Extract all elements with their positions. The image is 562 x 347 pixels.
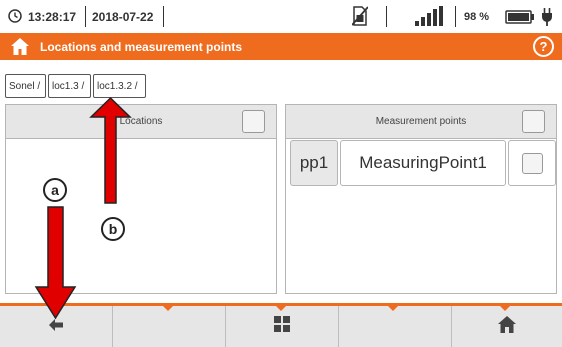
annotation-label-a: a — [43, 178, 67, 202]
annotation-label-b: b — [101, 217, 125, 241]
annotation-arrow-a — [34, 206, 77, 320]
annotation-arrow-b — [89, 96, 132, 204]
annotation-overlay — [34, 96, 132, 320]
